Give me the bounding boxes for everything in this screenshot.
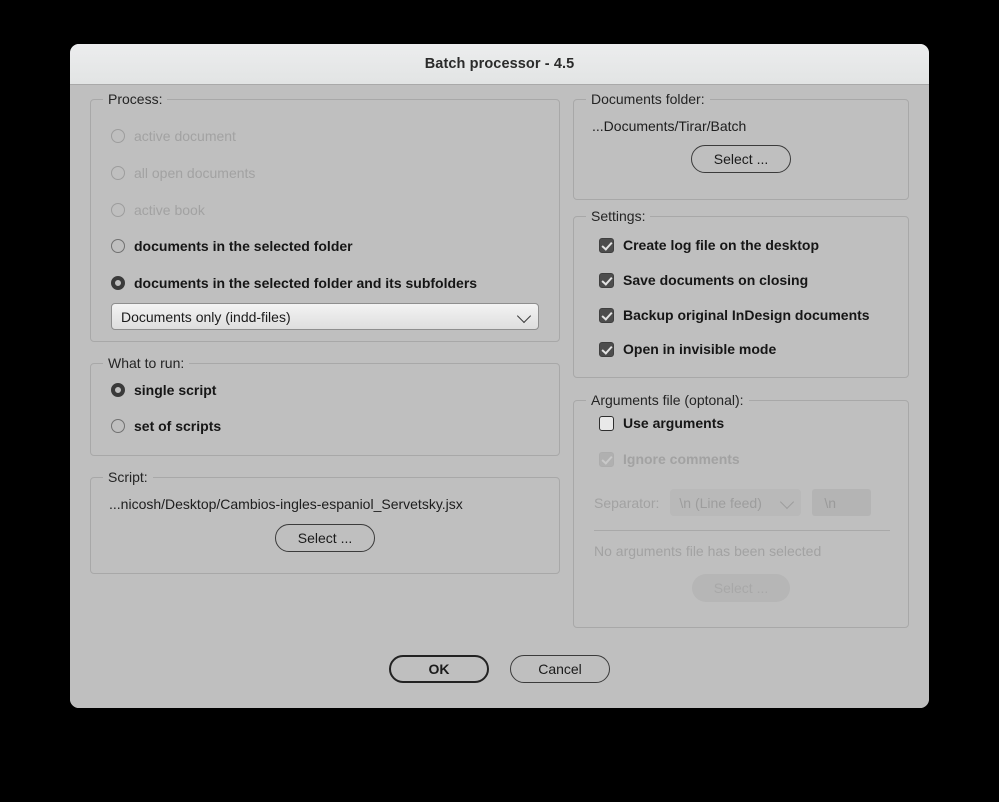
file-type-dropdown-value: Documents only (indd-files) — [121, 308, 291, 325]
checkbox-icon — [599, 341, 614, 357]
arguments-file-group-title: Arguments file (optonal): — [586, 392, 749, 408]
radio-icon — [111, 166, 125, 180]
radio-icon — [111, 383, 125, 397]
documents-folder-group: Documents folder: ...Documents/Tirar/Bat… — [573, 91, 909, 200]
process-group: Process: active document all open docume… — [90, 91, 560, 342]
checkbox-ignore-comments: Ignore comments — [599, 451, 740, 467]
select-script-button[interactable]: Select ... — [274, 524, 376, 552]
checkbox-label: Use arguments — [623, 415, 725, 431]
radio-icon — [111, 276, 125, 290]
radio-label: active book — [134, 202, 205, 218]
checkbox-icon — [599, 415, 614, 431]
title-bar[interactable]: Batch processor - 4.5 — [70, 44, 929, 85]
checkbox-label: Open in invisible mode — [623, 341, 777, 357]
checkbox-label: Backup original InDesign documents — [623, 307, 870, 323]
ok-button[interactable]: OK — [389, 655, 489, 683]
radio-documents-in-selected-folder[interactable]: documents in the selected folder — [111, 238, 353, 254]
radio-label: documents in the selected folder and its… — [134, 275, 478, 291]
batch-processor-dialog: Batch processor - 4.5 Process: active do… — [70, 44, 929, 708]
checkbox-icon — [599, 307, 614, 323]
settings-group: Settings: Create log file on the desktop… — [573, 208, 909, 378]
checkbox-label: Save documents on closing — [623, 272, 809, 288]
desktop-background: Batch processor - 4.5 Process: active do… — [0, 0, 999, 802]
radio-active-book[interactable]: active book — [111, 202, 205, 218]
checkbox-icon — [599, 237, 614, 253]
checkbox-backup-original-documents[interactable]: Backup original InDesign documents — [599, 307, 870, 323]
process-group-title: Process: — [103, 91, 168, 107]
radio-documents-in-selected-folder-and-subfolders[interactable]: documents in the selected folder and its… — [111, 275, 477, 291]
cancel-button[interactable]: Cancel — [510, 655, 610, 683]
script-group-title: Script: — [103, 469, 153, 485]
radio-all-open-documents[interactable]: all open documents — [111, 165, 255, 181]
what-to-run-group-title: What to run: — [103, 355, 190, 371]
arguments-file-group: Arguments file (optonal): Use arguments … — [573, 392, 909, 628]
separator-dropdown: \n (Line feed) — [670, 489, 802, 516]
select-documents-folder-button[interactable]: Select ... — [690, 145, 792, 173]
checkbox-save-documents-on-closing[interactable]: Save documents on closing — [599, 272, 808, 288]
documents-folder-path-text: ...Documents/Tirar/Batch — [592, 118, 747, 134]
separator-label: Separator: — [594, 494, 660, 511]
radio-label: active document — [134, 128, 236, 144]
radio-single-script[interactable]: single script — [111, 382, 216, 398]
script-group: Script: ...nicosh/Desktop/Cambios-ingles… — [90, 469, 560, 574]
file-type-dropdown[interactable]: Documents only (indd-files) — [111, 303, 539, 330]
separator-custom-input: \n — [812, 489, 872, 516]
checkbox-use-arguments[interactable]: Use arguments — [599, 415, 724, 431]
radio-icon — [111, 129, 125, 143]
radio-label: all open documents — [134, 165, 256, 181]
radio-icon — [111, 239, 125, 253]
arguments-status-text: No arguments file has been selected — [594, 543, 822, 559]
settings-group-title: Settings: — [586, 208, 651, 224]
radio-icon — [111, 203, 125, 217]
separator-row: Separator: \n (Line feed) \n — [594, 489, 894, 516]
checkbox-open-in-invisible-mode[interactable]: Open in invisible mode — [599, 341, 776, 357]
chevron-down-icon — [780, 494, 795, 509]
checkbox-label: Create log file on the desktop — [623, 237, 820, 253]
checkbox-icon — [599, 451, 614, 467]
dialog-body: Process: active document all open docume… — [70, 85, 929, 708]
select-arguments-file-button: Select ... — [691, 574, 791, 602]
radio-label: documents in the selected folder — [134, 238, 353, 254]
radio-label: single script — [134, 382, 217, 398]
dialog-footer: OK Cancel — [70, 655, 929, 683]
arguments-divider — [594, 530, 890, 531]
radio-label: set of scripts — [134, 418, 222, 434]
radio-icon — [111, 419, 125, 433]
checkbox-icon — [599, 272, 614, 288]
radio-active-document[interactable]: active document — [111, 128, 236, 144]
separator-dropdown-value: \n (Line feed) — [679, 494, 762, 511]
what-to-run-group: What to run: single script set of script… — [90, 355, 560, 456]
chevron-down-icon — [516, 308, 532, 323]
checkbox-label: Ignore comments — [623, 451, 740, 467]
documents-folder-group-title: Documents folder: — [586, 91, 710, 107]
radio-set-of-scripts[interactable]: set of scripts — [111, 418, 221, 434]
script-path-text: ...nicosh/Desktop/Cambios-ingles-espanio… — [109, 496, 463, 512]
window-title: Batch processor - 4.5 — [424, 56, 575, 72]
checkbox-create-log-file[interactable]: Create log file on the desktop — [599, 237, 819, 253]
separator-custom-value: \n — [824, 494, 837, 511]
